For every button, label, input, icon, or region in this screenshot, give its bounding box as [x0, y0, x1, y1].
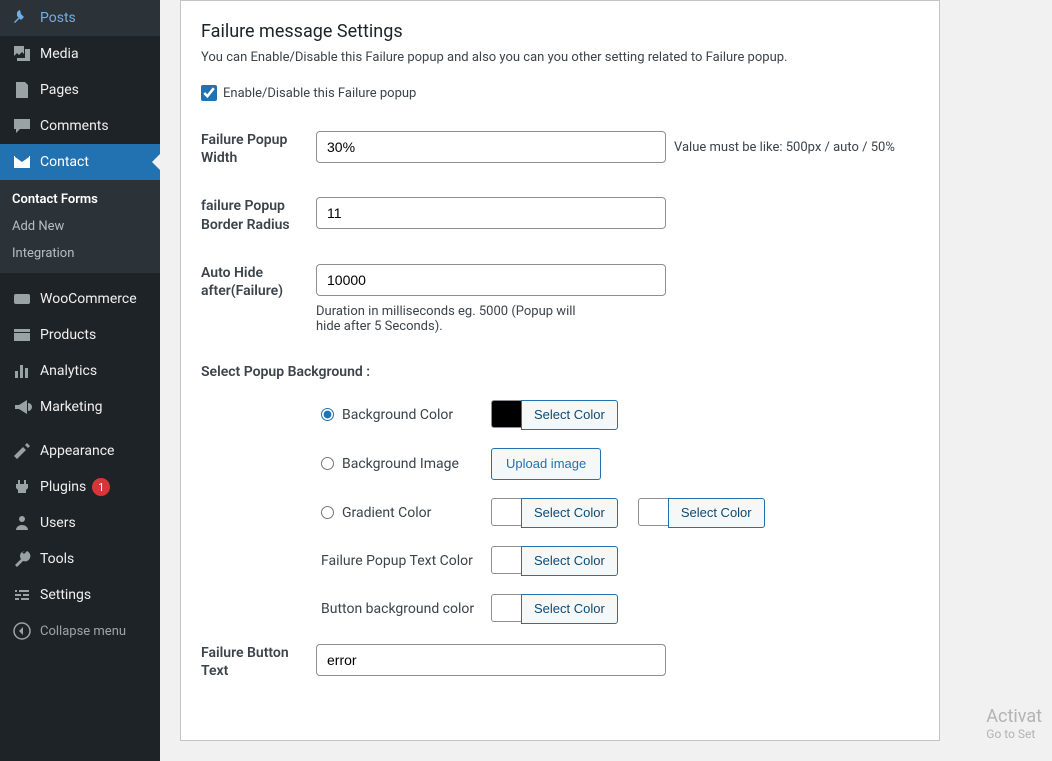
- menu-pages[interactable]: Pages: [0, 72, 160, 108]
- menu-contact[interactable]: Contact: [0, 144, 160, 180]
- plugins-icon: [12, 477, 32, 497]
- main-content: Failure message Settings You can Enable/…: [160, 0, 1052, 761]
- menu-woocommerce[interactable]: WooCommerce: [0, 281, 160, 317]
- plugins-badge: 1: [92, 478, 110, 496]
- button-bg-swatch[interactable]: [491, 594, 521, 622]
- menu-label: Marketing: [40, 399, 103, 415]
- menu-label: Plugins: [40, 479, 86, 495]
- text-color-swatch[interactable]: [491, 546, 521, 574]
- pages-icon: [12, 80, 32, 100]
- upload-image-button[interactable]: Upload image: [491, 448, 601, 480]
- menu-label: Users: [40, 515, 76, 531]
- page-description: You can Enable/Disable this Failure popu…: [201, 50, 919, 65]
- bg-color-radio[interactable]: [321, 408, 334, 421]
- settings-icon: [12, 585, 32, 605]
- gradient-swatch-1[interactable]: [491, 498, 521, 526]
- submenu-add-new[interactable]: Add New: [0, 213, 160, 240]
- mail-icon: [12, 152, 32, 172]
- menu-settings[interactable]: Settings: [0, 577, 160, 613]
- products-icon: [12, 325, 32, 345]
- autohide-input[interactable]: [316, 264, 666, 296]
- radius-input[interactable]: [316, 197, 666, 229]
- text-select-color-button[interactable]: Select Color: [521, 546, 618, 576]
- page-title: Failure message Settings: [201, 21, 919, 42]
- settings-panel: Failure message Settings You can Enable/…: [180, 0, 940, 741]
- bg-image-radio[interactable]: [321, 457, 334, 470]
- menu-users[interactable]: Users: [0, 505, 160, 541]
- bg-section-title: Select Popup Background :: [201, 364, 919, 380]
- gradient-select-color-1[interactable]: Select Color: [521, 498, 618, 528]
- submenu-contact-forms[interactable]: Contact Forms: [0, 186, 160, 213]
- menu-label: Appearance: [40, 443, 114, 459]
- menu-analytics[interactable]: Analytics: [0, 353, 160, 389]
- menu-posts[interactable]: Posts: [0, 0, 160, 36]
- gradient-label: Gradient Color: [342, 505, 431, 521]
- menu-label: Contact: [40, 154, 89, 170]
- submenu-integration[interactable]: Integration: [0, 240, 160, 267]
- bg-select-color-button[interactable]: Select Color: [521, 400, 618, 430]
- menu-label: Posts: [40, 10, 76, 26]
- button-text-input[interactable]: [316, 644, 666, 676]
- menu-collapse[interactable]: Collapse menu: [0, 613, 160, 649]
- woo-icon: [12, 289, 32, 309]
- analytics-icon: [12, 361, 32, 381]
- menu-tools[interactable]: Tools: [0, 541, 160, 577]
- menu-marketing[interactable]: Marketing: [0, 389, 160, 425]
- bg-color-label: Background Color: [342, 407, 453, 423]
- appearance-icon: [12, 441, 32, 461]
- menu-label: Pages: [40, 82, 79, 98]
- menu-label: Settings: [40, 587, 91, 603]
- width-hint: Value must be like: 500px / auto / 50%: [674, 140, 895, 155]
- activate-watermark: Activat Go to Set: [986, 706, 1042, 741]
- gradient-radio[interactable]: [321, 506, 334, 519]
- gradient-select-color-2[interactable]: Select Color: [668, 498, 765, 528]
- menu-comments[interactable]: Comments: [0, 108, 160, 144]
- pin-icon: [12, 8, 32, 28]
- media-icon: [12, 44, 32, 64]
- admin-sidebar: Posts Media Pages Comments Contact Conta…: [0, 0, 160, 761]
- menu-products[interactable]: Products: [0, 317, 160, 353]
- button-bg-label: Button background color: [321, 601, 474, 617]
- submenu-contact: Contact Forms Add New Integration: [0, 180, 160, 273]
- collapse-icon: [12, 621, 32, 641]
- comments-icon: [12, 116, 32, 136]
- menu-media[interactable]: Media: [0, 36, 160, 72]
- autohide-hint: Duration in milliseconds eg. 5000 (Popup…: [316, 304, 576, 334]
- button-text-label: Failure Button Text: [201, 644, 316, 680]
- enable-checkbox[interactable]: [201, 85, 217, 101]
- bg-color-swatch[interactable]: [491, 400, 521, 428]
- menu-label: WooCommerce: [40, 291, 137, 307]
- menu-label: Comments: [40, 118, 109, 134]
- text-color-label: Failure Popup Text Color: [321, 553, 473, 569]
- radius-label: failure Popup Border Radius: [201, 197, 316, 233]
- menu-label: Products: [40, 327, 96, 343]
- enable-label: Enable/Disable this Failure popup: [223, 86, 416, 101]
- bg-image-label: Background Image: [342, 456, 459, 472]
- menu-label: Tools: [40, 551, 74, 567]
- users-icon: [12, 513, 32, 533]
- menu-label: Media: [40, 46, 79, 62]
- menu-label: Analytics: [40, 363, 97, 379]
- autohide-label: Auto Hide after(Failure): [201, 264, 316, 300]
- width-input[interactable]: [316, 131, 666, 163]
- width-label: Failure Popup Width: [201, 131, 316, 167]
- tools-icon: [12, 549, 32, 569]
- gradient-swatch-2[interactable]: [638, 498, 668, 526]
- menu-appearance[interactable]: Appearance: [0, 433, 160, 469]
- menu-plugins[interactable]: Plugins 1: [0, 469, 160, 505]
- menu-label: Collapse menu: [40, 624, 126, 639]
- button-bg-select-color[interactable]: Select Color: [521, 594, 618, 624]
- marketing-icon: [12, 397, 32, 417]
